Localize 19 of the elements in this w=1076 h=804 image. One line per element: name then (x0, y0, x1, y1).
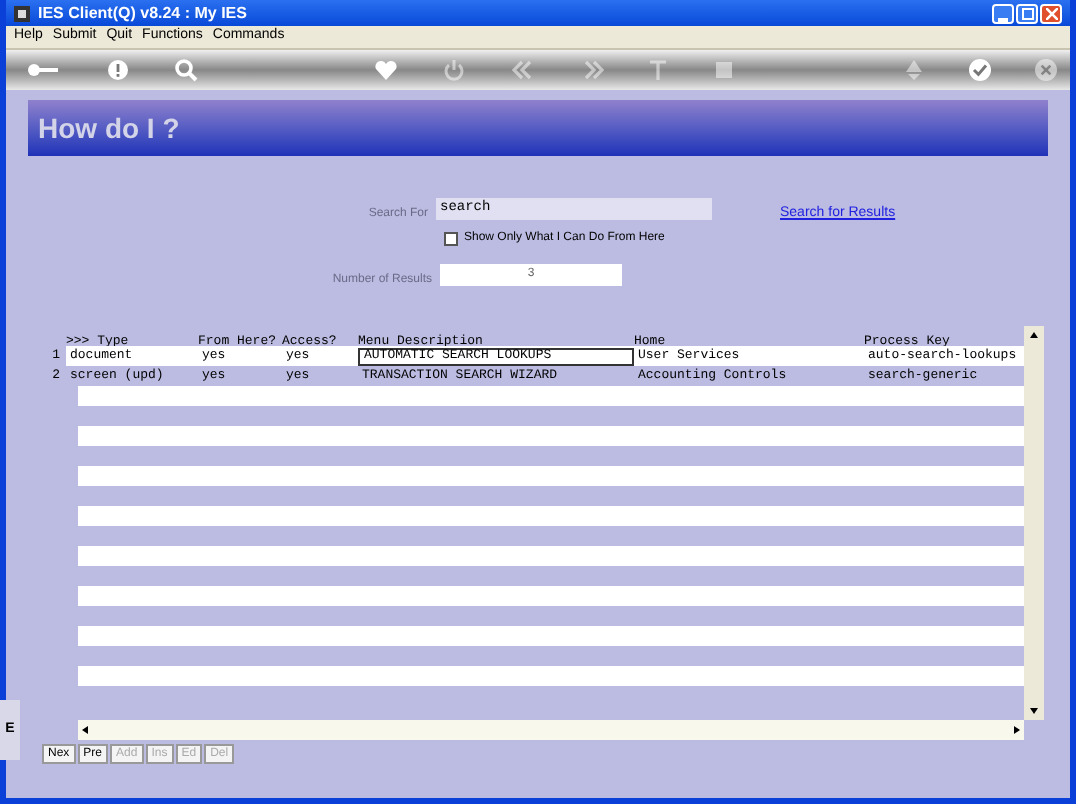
horizontal-scrollbar[interactable] (78, 720, 1024, 740)
help-icon[interactable] (106, 58, 130, 82)
scroll-right-icon[interactable] (1008, 722, 1024, 738)
minimize-icon (998, 17, 1008, 21)
search-icon[interactable] (174, 58, 198, 82)
key-icon[interactable] (26, 58, 58, 82)
page-title: How do I ? (38, 110, 180, 148)
check-icon[interactable] (968, 58, 992, 82)
heart-icon[interactable] (374, 58, 398, 82)
vertical-scrollbar[interactable] (1024, 326, 1044, 720)
app-icon (14, 5, 30, 21)
scroll-left-icon[interactable] (78, 722, 94, 738)
maximize-icon (1021, 7, 1033, 19)
maximize-button[interactable] (1016, 3, 1038, 23)
close-button[interactable] (1040, 3, 1062, 23)
minimize-button[interactable] (992, 3, 1014, 23)
checkbox[interactable] (444, 232, 458, 246)
window-title: IES Client(Q) v8.24 : My IES (38, 1, 247, 25)
close-icon (1045, 7, 1057, 19)
